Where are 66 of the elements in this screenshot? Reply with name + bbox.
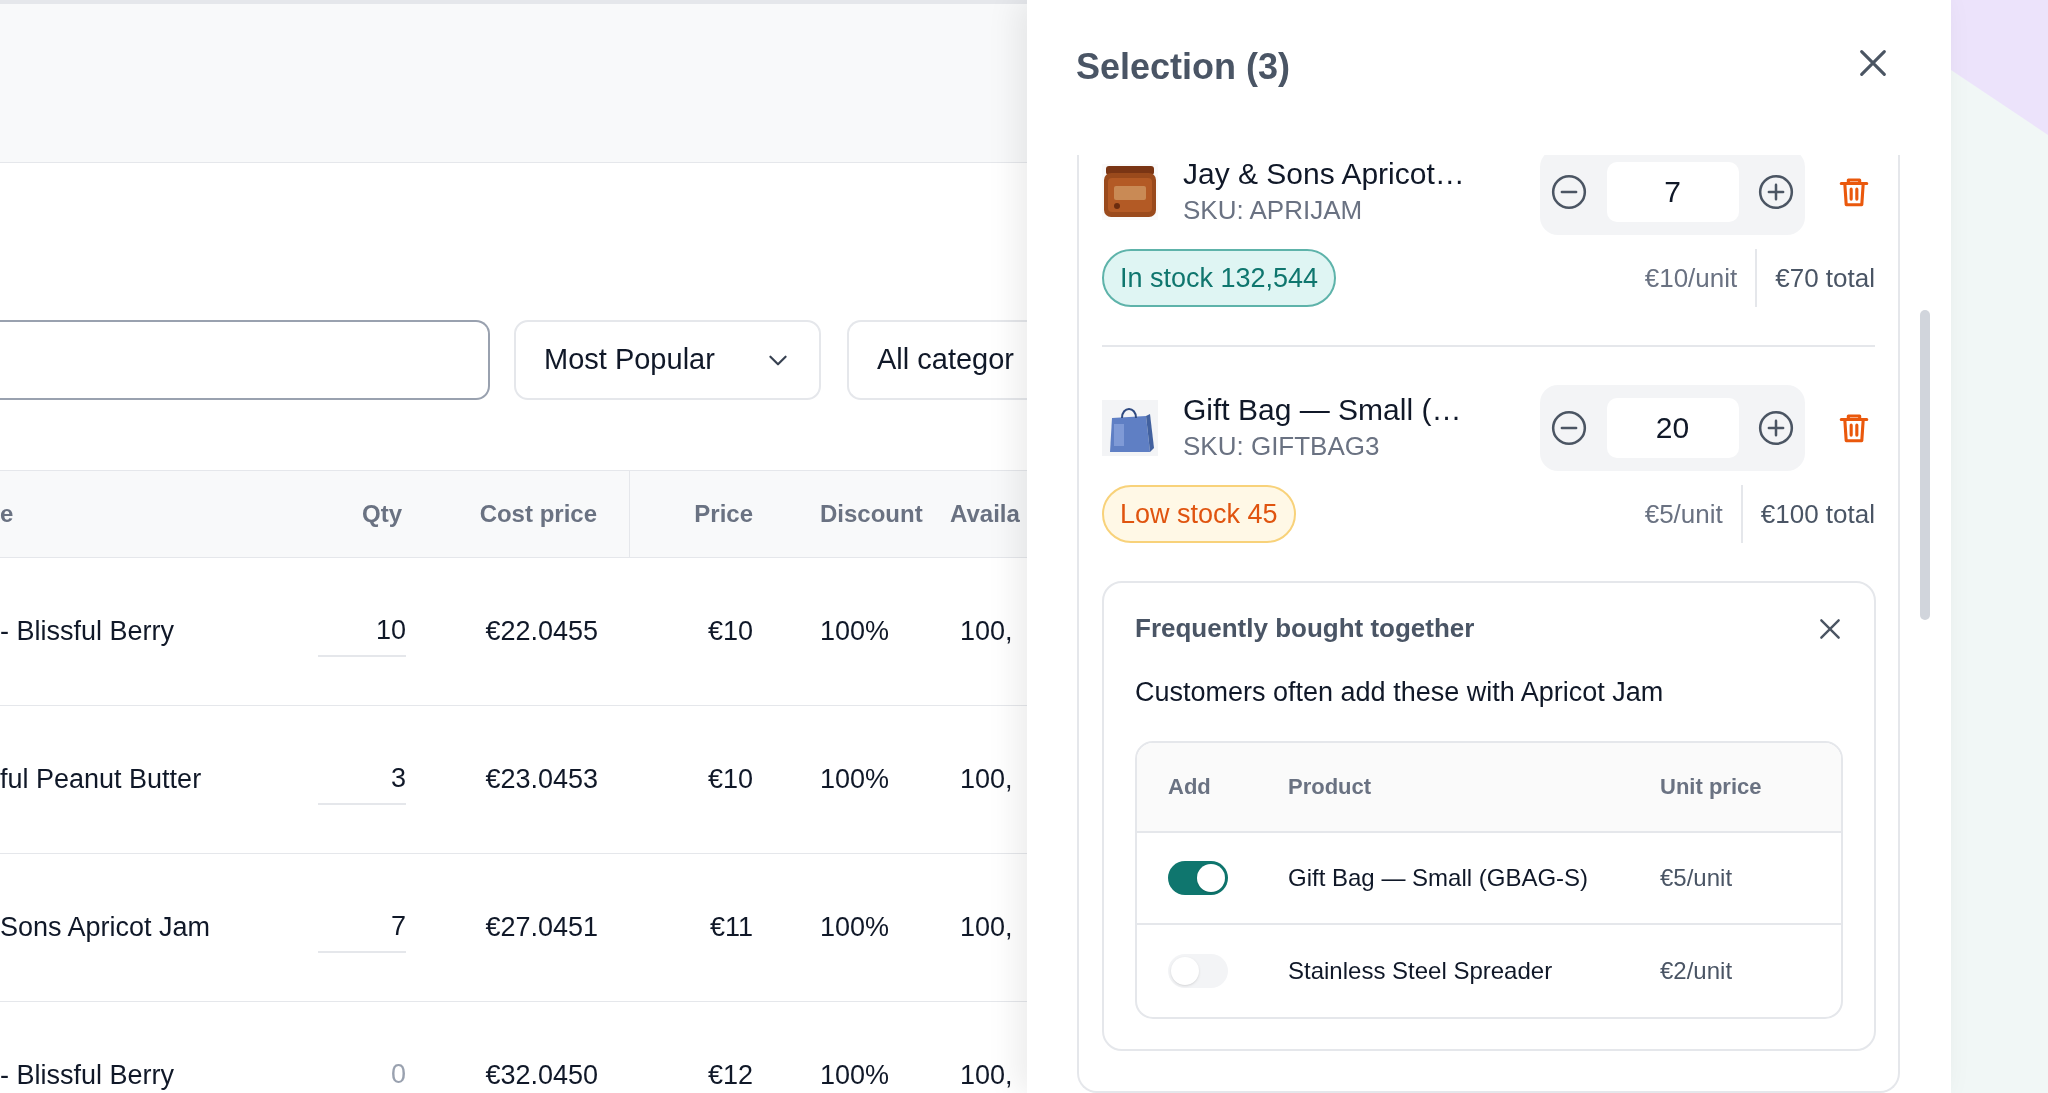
qty-field[interactable]: 0 [318, 1050, 406, 1093]
quantity-field[interactable]: 7 [1606, 162, 1739, 222]
toggle-switch[interactable] [1168, 860, 1228, 895]
trash-icon[interactable] [1837, 411, 1871, 445]
category-dropdown[interactable]: All categor [847, 320, 1027, 400]
column-header: Discount [819, 499, 924, 529]
quantity-stepper[interactable]: 20 [1540, 385, 1805, 471]
search-field[interactable] [0, 320, 490, 400]
unit-price: €5/unit [1644, 497, 1723, 531]
scrollbar[interactable] [1920, 310, 1930, 620]
quantity-stepper[interactable]: 7 [1540, 155, 1805, 235]
column-header: e [0, 499, 15, 529]
table-cell-text: 100, [959, 615, 1014, 649]
table-cell-text: 100% [819, 615, 891, 649]
minus-icon[interactable] [1550, 409, 1588, 447]
product-name: Gift Bag — Small (GBAG-S) [1288, 862, 1590, 893]
minus-icon[interactable] [1550, 173, 1588, 211]
table-cell-text: €11 [708, 911, 754, 945]
column-header: Price [693, 499, 754, 529]
column-header: Cost price [410, 471, 630, 557]
trash-icon[interactable] [1837, 175, 1871, 209]
column-header: Availa [949, 499, 1021, 529]
qty-field[interactable]: 10 [318, 606, 406, 657]
table-cell-text: 100, [959, 763, 1014, 797]
plus-icon[interactable] [1757, 409, 1795, 447]
column-header: Product [1288, 773, 1373, 801]
plus-icon[interactable] [1757, 173, 1795, 211]
product-name: Jay & Sons Apricot… [1183, 156, 1466, 192]
card-title: Frequently bought together [1135, 612, 1475, 645]
table-cell-text: €27.0451 [484, 911, 599, 945]
table-cell-text: Sons Apricot Jam [0, 911, 212, 945]
stock-badge: In stock 132,544 [1102, 249, 1337, 307]
sort-dropdown[interactable]: Most Popular [514, 320, 821, 400]
column-header: Unit price [1660, 773, 1763, 801]
sku-text: SKU: APRIJAM [1183, 194, 1364, 227]
table-cell-text: €10 [706, 615, 754, 649]
stock-badge: Low stock 45 [1102, 485, 1296, 543]
qty-field[interactable]: 3 [318, 754, 406, 805]
table-cell-text: - Blissful Berry [0, 1059, 176, 1093]
panel-title: Selection (3) [1076, 45, 1291, 89]
table-cell-text: - Blissful Berry [0, 615, 176, 649]
table-cell-text: €10 [706, 763, 754, 797]
table-cell-text: 100, [959, 1059, 1014, 1093]
total-price: €100 total [1760, 497, 1875, 531]
card-description: Customers often add these with Apricot Jam [1135, 676, 1665, 709]
column-header: Add [1168, 773, 1212, 801]
table-cell-text: 100% [819, 911, 891, 945]
quantity-field[interactable]: 20 [1606, 398, 1739, 458]
unit-price: €5/unit [1660, 862, 1734, 893]
total-price: €70 total [1775, 261, 1875, 295]
unit-price: €10/unit [1644, 261, 1738, 295]
table-cell-text: €32.0450 [484, 1059, 599, 1093]
table-cell-text: 100% [819, 1059, 891, 1093]
toggle-switch[interactable] [1168, 953, 1228, 988]
table-cell-text: €22.0455 [484, 615, 599, 649]
table-cell-text: 100, [959, 911, 1014, 945]
product-name: Gift Bag — Small (… [1183, 392, 1463, 428]
table-cell-text: €12 [706, 1059, 754, 1093]
table-cell-text: ful Peanut Butter [0, 763, 203, 797]
unit-price: €2/unit [1660, 955, 1734, 986]
table-cell-text: €23.0453 [484, 763, 599, 797]
sku-text: SKU: GIFTBAG3 [1183, 430, 1381, 463]
product-name: Stainless Steel Spreader [1288, 955, 1554, 986]
qty-field[interactable]: 7 [318, 902, 406, 953]
column-header: Qty [361, 499, 403, 529]
table-cell-text: 100% [819, 763, 891, 797]
